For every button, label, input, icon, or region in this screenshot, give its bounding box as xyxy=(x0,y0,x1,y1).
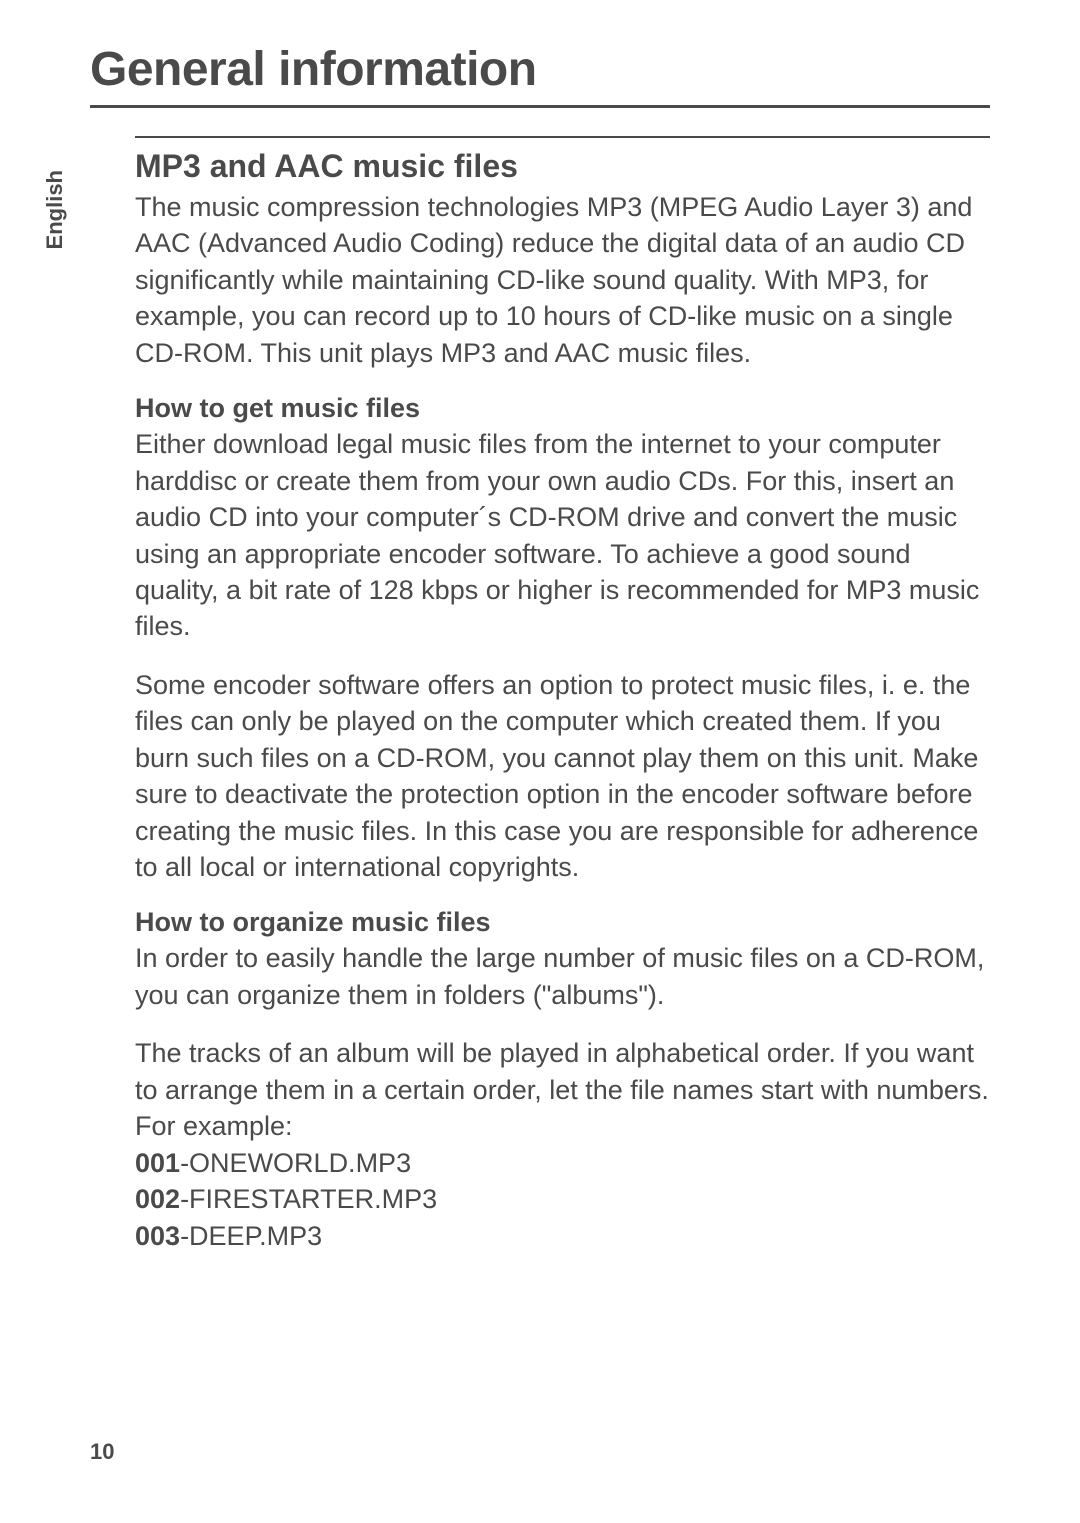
example-line-3: 003-DEEP.MP3 xyxy=(135,1218,990,1254)
example-line-1: 001-ONEWORLD.MP3 xyxy=(135,1145,990,1181)
subsection2-para1: In order to easily handle the large numb… xyxy=(135,940,990,1013)
example-num-2: 002 xyxy=(135,1184,180,1214)
example-rest-3: -DEEP.MP3 xyxy=(180,1221,322,1251)
example-rest-2: -FIRESTARTER.MP3 xyxy=(180,1184,437,1214)
language-tab: English xyxy=(42,170,68,249)
page-number: 10 xyxy=(90,1439,114,1465)
example-num-3: 003 xyxy=(135,1221,180,1251)
page-title-container: General information xyxy=(90,0,990,108)
example-line-2: 002-FIRESTARTER.MP3 xyxy=(135,1181,990,1217)
subsection1-para2: Some encoder software offers an option t… xyxy=(135,667,990,886)
subsection-heading-2: How to organize music files xyxy=(135,907,990,938)
subsection-heading-1: How to get music files xyxy=(135,393,990,424)
subsection1-para1: Either download legal music files from t… xyxy=(135,426,990,645)
section-heading: MP3 and AAC music files xyxy=(135,148,990,185)
example-num-1: 001 xyxy=(135,1148,180,1178)
subsection2-para2: The tracks of an album will be played in… xyxy=(135,1035,990,1144)
page-title: General information xyxy=(90,42,990,97)
content-area: MP3 and AAC music files The music compre… xyxy=(135,136,990,1254)
section-intro: The music compression technologies MP3 (… xyxy=(135,189,990,371)
example-rest-1: -ONEWORLD.MP3 xyxy=(180,1148,411,1178)
